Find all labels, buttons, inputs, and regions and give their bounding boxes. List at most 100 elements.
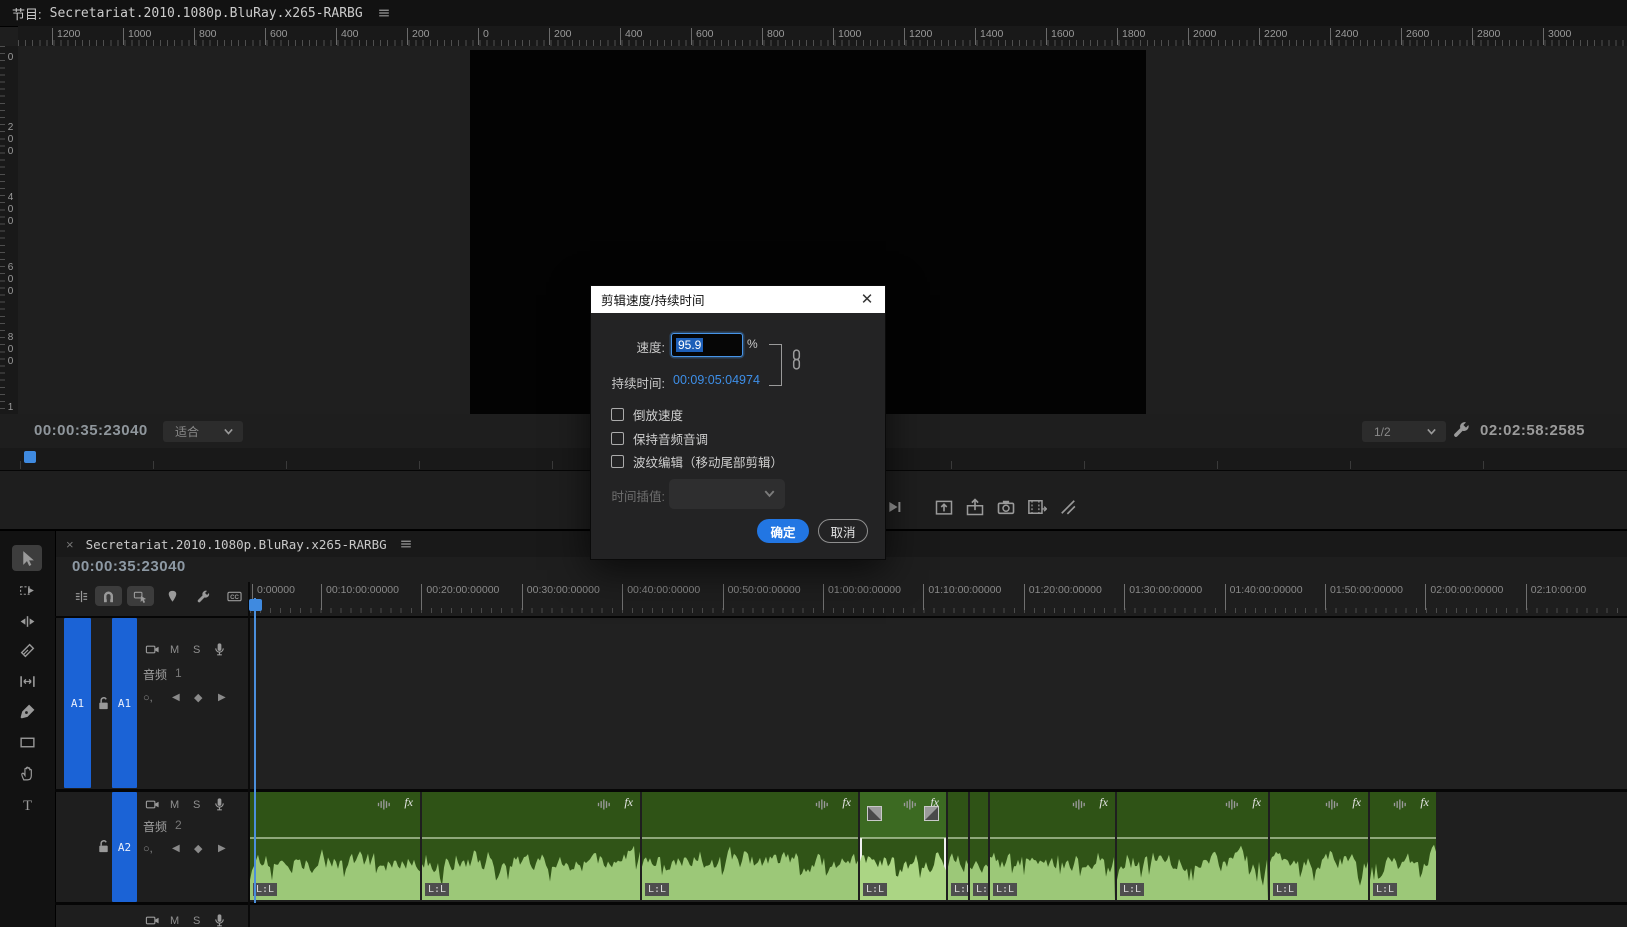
type-tool[interactable] [12,791,42,817]
hand-tool[interactable] [12,760,42,786]
mute-track-button[interactable]: M [170,915,179,927]
duration-value[interactable]: 00:09:05:04974 [673,373,760,387]
fx-badge[interactable]: fx [624,795,633,810]
audio-clip[interactable]: L:L [948,792,968,900]
source-patch-a1[interactable]: A1 [64,618,91,788]
audio-clip[interactable]: fxL:L [422,792,640,900]
track-select-forward-tool[interactable] [12,577,42,603]
program-position-timecode[interactable]: 00:00:35:23040 [34,422,148,439]
dialog-titlebar[interactable]: 剪辑速度/持续时间 [591,286,885,313]
camcorder-icon[interactable] [143,912,161,927]
previous-keyframe-icon[interactable]: ◀ [172,843,180,854]
audio-clip[interactable]: fxL:L [860,792,946,900]
channel-badge: L:L [1373,883,1397,896]
audio-clip[interactable]: fxL:L [1270,792,1368,900]
extract-icon[interactable] [964,496,986,518]
audio-clip[interactable]: fxL:L [642,792,858,900]
solo-track-button[interactable]: S [193,799,200,811]
mute-track-button[interactable]: M [170,799,179,811]
time-interpolation-select[interactable] [669,479,785,509]
keyframe-pen-icon[interactable]: ○, [143,692,153,704]
program-playhead[interactable] [24,451,36,463]
voiceover-record-icon[interactable] [210,641,228,657]
program-panel-label: 节目: [12,4,42,23]
panel-menu-icon[interactable] [399,537,413,551]
linked-selection-icon[interactable] [127,586,154,606]
next-keyframe-icon[interactable]: ▶ [218,692,226,703]
add-marker-icon[interactable] [159,586,186,606]
program-ruler-label: 2600 [1401,28,1429,45]
checkbox[interactable] [611,432,624,445]
solo-track-button[interactable]: S [193,644,200,656]
mute-track-button[interactable]: M [170,644,179,656]
lift-icon[interactable] [933,496,955,518]
fx-badge[interactable]: fx [404,795,413,810]
close-tab-icon[interactable]: × [66,537,74,552]
previous-keyframe-icon[interactable]: ◀ [172,692,180,703]
fx-badge[interactable]: fx [1352,795,1361,810]
program-ruler-label: 1000 [833,28,861,45]
audio-waveform [642,838,858,900]
audio-clip[interactable]: fxL:L [250,792,420,900]
link-speed-duration-icon[interactable] [789,349,804,370]
razor-tool[interactable] [12,637,42,663]
track-lock-icon[interactable] [94,695,112,711]
add-keyframe-icon[interactable]: ◆ [194,842,202,855]
timeline-playhead-line[interactable] [254,598,256,903]
track-target-a1[interactable]: A1 [112,618,137,788]
audio-clip[interactable]: fx L:L [1370,792,1436,900]
audio-clip[interactable]: fxL:L [990,792,1115,900]
premiere-app-window: 节目: Secretariat.2010.1080p.BluRay.x265-R… [0,0,1627,927]
fx-badge[interactable]: fx [1099,795,1108,810]
comparison-view-icon[interactable] [1026,496,1048,518]
fx-badge[interactable]: fx [1420,795,1429,810]
program-ruler-label: 600 [265,28,288,45]
export-frame-icon[interactable] [995,496,1017,518]
nested-sequence-icon[interactable] [68,586,95,606]
rectangle-tool[interactable] [12,729,42,755]
add-keyframe-icon[interactable]: ◆ [194,691,202,704]
clip-left-handle[interactable] [867,806,882,821]
playback-resolution-select[interactable]: 1/2 [1362,421,1446,442]
close-icon[interactable]: ✕ [857,289,877,309]
solo-track-button[interactable]: S [193,915,200,927]
button-editor-icon[interactable] [1057,496,1079,518]
program-horizontal-ruler[interactable]: 1200100080060040020002004006008001000120… [18,26,1627,46]
camcorder-icon[interactable] [143,796,161,812]
panel-menu-icon[interactable] [377,6,391,20]
audio-clip[interactable]: L:L [970,792,988,900]
timeline-tab-label[interactable]: Secretariat.2010.1080p.BluRay.x265-RARBG [86,537,387,552]
track-lock-icon[interactable] [94,838,112,854]
audio-clip[interactable]: fxL:L [1117,792,1268,900]
next-keyframe-icon[interactable]: ▶ [218,843,226,854]
voiceover-record-icon[interactable] [210,796,228,812]
zoom-level-value: 适合 [175,423,199,440]
slip-tool[interactable] [12,668,42,694]
track-target-a2[interactable]: A2 [112,792,137,902]
voiceover-record-icon[interactable] [210,912,228,927]
pen-tool[interactable] [12,698,42,724]
clip-header [990,792,1115,838]
timeline-playhead-head[interactable] [249,599,262,611]
snap-icon[interactable] [95,586,122,606]
clip-right-handle[interactable] [924,806,939,821]
timeline-ruler[interactable]: 0:0000000:10:00:0000000:20:00:0000000:30… [250,582,1627,616]
captions-icon[interactable] [221,586,248,606]
ripple-edit-tool[interactable] [12,608,42,634]
camcorder-icon[interactable] [143,641,161,657]
checkbox[interactable] [611,408,624,421]
cancel-button[interactable]: 取消 [818,519,868,543]
timeline-position-timecode[interactable]: 00:00:35:23040 [72,558,186,575]
goto-next-edit-icon[interactable] [884,496,906,518]
settings-wrench-icon[interactable] [1452,420,1471,439]
fx-badge[interactable]: fx [842,795,851,810]
zoom-level-select[interactable]: 适合 [163,421,243,442]
fx-badge[interactable]: fx [1252,795,1261,810]
keyframe-pen-icon[interactable]: ○, [143,843,153,855]
timeline-settings-icon[interactable] [190,586,217,606]
program-vertical-ruler[interactable]: 02004006008001000 [0,46,18,446]
selection-tool[interactable] [12,545,42,571]
speed-input[interactable]: 95.9 [671,333,743,357]
checkbox[interactable] [611,455,624,468]
ok-button[interactable]: 确定 [757,519,809,543]
